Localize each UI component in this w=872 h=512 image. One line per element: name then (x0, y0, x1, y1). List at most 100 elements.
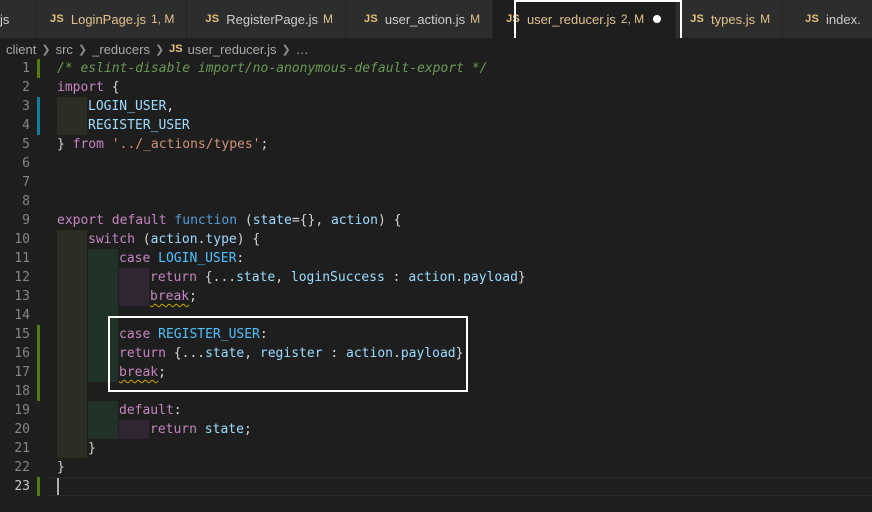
tab-label: js (0, 11, 10, 27)
line-number: 15 (14, 327, 30, 342)
punct: ) { (377, 213, 402, 228)
code-line: 11 case LOGIN_USER: (0, 249, 872, 268)
tab-loginpage[interactable]: JS LoginPage.js 1, M (36, 0, 188, 38)
line-number: 8 (22, 194, 30, 209)
tab-index[interactable]: JS index. (783, 0, 872, 38)
code-text: LOGIN_USER, (88, 97, 174, 116)
indent-guide (119, 287, 149, 306)
punct: ; (158, 365, 166, 380)
punct: : (173, 403, 182, 418)
code-line: 17 break; (0, 363, 872, 382)
param: action (330, 213, 378, 228)
indent-guide (88, 420, 118, 439)
git-added-marker (37, 477, 40, 496)
punct: } (455, 346, 464, 361)
line-number: 4 (22, 118, 30, 133)
comment: /* eslint-disable import/no-anonymous-de… (57, 61, 488, 76)
punct: } (57, 137, 73, 152)
indent-guide (57, 116, 87, 135)
indent-guide (57, 401, 87, 420)
punct: . (392, 346, 401, 361)
code-line: 12 return {...state, loginSuccess : acti… (0, 268, 872, 287)
breadcrumb-client[interactable]: client (6, 42, 36, 57)
tab-label: LoginPage.js (70, 11, 147, 27)
keyword: return (150, 422, 197, 437)
code-line: 5 } from '../_actions/types'; (0, 135, 872, 154)
code-text: /* eslint-disable import/no-anonymous-de… (57, 59, 487, 78)
code-line: 4 REGISTER_USER (0, 116, 872, 135)
indent-guide (57, 439, 87, 458)
current-line-highlight (46, 477, 872, 496)
git-modified-marker (37, 116, 40, 135)
line-number: 20 (14, 422, 30, 437)
breadcrumb-src[interactable]: src (56, 42, 73, 57)
code-text: default: (119, 401, 182, 420)
line-number: 6 (22, 156, 30, 171)
line-number: 13 (14, 289, 30, 304)
identifier: state (205, 346, 245, 361)
code-line: 14 (0, 306, 872, 325)
chevron-right-icon: ❯ (281, 43, 291, 56)
code-line: 16 return {...state, register : action.p… (0, 344, 872, 363)
line-number: 9 (22, 213, 30, 228)
keyword-with-warning[interactable]: break (150, 289, 189, 304)
identifier: LOGIN_USER (158, 251, 237, 266)
indent-guide (57, 325, 87, 344)
unsaved-dot-icon[interactable] (653, 15, 662, 23)
code-line: 19 default: (0, 401, 872, 420)
identifier: action (408, 270, 456, 285)
code-line: 3 LOGIN_USER, (0, 97, 872, 116)
breadcrumb-reducers[interactable]: _reducers (92, 42, 150, 57)
punct: } (88, 441, 96, 456)
identifier: type (205, 232, 237, 247)
code-text: break; (119, 363, 166, 382)
tab-status: M (470, 12, 481, 26)
property: register (259, 346, 323, 361)
identifier: state (204, 422, 244, 437)
code-text: } from '../_actions/types'; (57, 135, 268, 154)
line-number: 12 (14, 270, 30, 285)
keyword: return (119, 346, 166, 361)
punct: ={}, (291, 213, 331, 228)
code-text: REGISTER_USER (88, 116, 190, 135)
line-number: 23 (14, 479, 30, 494)
identifier: LOGIN_USER (88, 99, 167, 114)
code-text: export default function (state={}, actio… (57, 211, 401, 230)
js-file-icon: JS (690, 13, 705, 25)
tab-registerpage[interactable]: JS RegisterPage.js M (187, 0, 347, 38)
code-text: return {...state, loginSuccess : action.… (150, 268, 526, 287)
git-added-marker (37, 59, 40, 78)
keyword: from (72, 137, 104, 152)
line-number: 18 (14, 384, 30, 399)
tab-partial-js[interactable]: js (0, 0, 36, 38)
keyword: case (119, 327, 151, 342)
punct: , (166, 99, 175, 114)
line-number: 1 (22, 61, 30, 76)
code-line: 13 break; (0, 287, 872, 306)
js-file-icon: JS (169, 43, 183, 55)
tab-label: user_reducer.js (526, 11, 616, 27)
punct: ; (260, 137, 269, 152)
punct: : (322, 346, 347, 361)
code-text: import { (57, 78, 120, 97)
code-line: 18 (0, 382, 872, 401)
breadcrumb-symbol[interactable]: … (296, 42, 309, 57)
breadcrumb-file[interactable]: user_reducer.js (188, 42, 277, 57)
identifier: action (150, 232, 198, 247)
code-text: } (57, 458, 65, 477)
code-line: 22 } (0, 458, 872, 477)
keyword-with-warning[interactable]: break (119, 365, 158, 380)
indent-guide (57, 230, 87, 249)
tab-types[interactable]: JS types.js M (676, 0, 784, 38)
indent-guide (88, 287, 118, 306)
punct: ) { (236, 232, 261, 247)
js-file-icon: JS (506, 13, 520, 25)
indent-guide (57, 382, 87, 401)
code-editor[interactable]: 1 /* eslint-disable import/no-anonymous-… (0, 58, 872, 512)
tab-user-reducer[interactable]: JS user_reducer.js 2, M (493, 0, 677, 38)
tab-user-action[interactable]: JS user_action.js M (346, 0, 494, 38)
code-line: 21 } (0, 439, 872, 458)
indent-guide (57, 268, 87, 287)
line-number: 19 (14, 403, 30, 418)
punct: ( (237, 213, 253, 228)
